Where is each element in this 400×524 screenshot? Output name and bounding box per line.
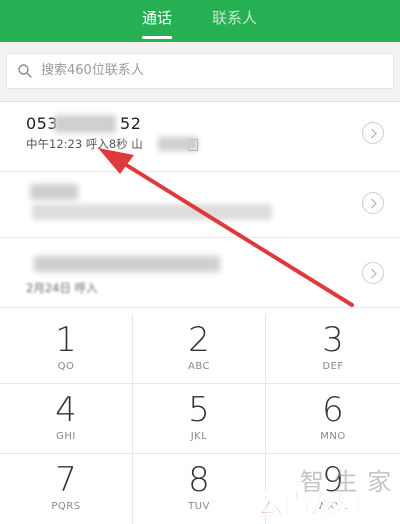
watermark-logo: 云南龙网 bbox=[257, 490, 363, 521]
annotation-arrow bbox=[98, 148, 354, 307]
